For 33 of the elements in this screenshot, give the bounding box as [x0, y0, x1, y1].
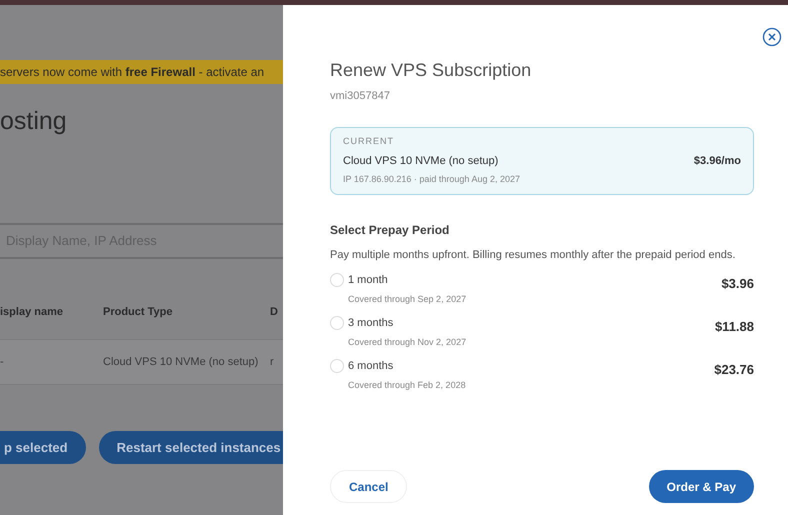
order-pay-button[interactable]: Order & Pay [648, 470, 754, 503]
drawer-title: Renew VPS Subscription [330, 60, 532, 82]
period-label[interactable]: 3 months [348, 315, 466, 332]
plan-price: $3.96/mo [694, 154, 741, 169]
column-header-text: Product Type [103, 304, 172, 320]
current-label: CURRENT [343, 135, 395, 148]
table-cell-text: Cloud VPS 10 NVMe (no setup) [103, 354, 258, 370]
action-button[interactable]: Restart selected instances [98, 431, 283, 464]
section-description: Pay multiple months upfront. Billing resumes monthly after the prepaid period ends. [330, 248, 736, 263]
column-header-text: isplay name [0, 304, 63, 320]
radio-button[interactable] [330, 273, 344, 288]
period-label[interactable]: 1 month [348, 272, 466, 289]
column-header-text: D [270, 304, 278, 320]
covered-date: Covered through Sep 2, 2027 [348, 292, 466, 306]
table-cell-text: r [270, 354, 274, 370]
cancel-button[interactable]: Cancel [330, 470, 408, 503]
radio-button[interactable] [330, 316, 344, 330]
table-cell-text: - [0, 354, 4, 370]
promo-banner: servers now come with free Firewall - activate an [0, 60, 283, 84]
covered-date: Covered through Feb 2, 2028 [348, 378, 466, 392]
period-label[interactable]: 6 months [348, 358, 466, 375]
period-price: $23.76 [714, 361, 754, 380]
covered-date: Covered through Nov 2, 2027 [348, 336, 466, 349]
action-button[interactable]: p selected [0, 431, 86, 464]
period-price: $11.88 [714, 318, 754, 336]
page-heading: osting [0, 106, 68, 137]
plan-name: Cloud VPS 10 NVMe (no setup) [343, 154, 498, 169]
close-icon[interactable] [762, 25, 782, 45]
radio-button[interactable] [330, 359, 344, 374]
period-price: $3.96 [721, 275, 754, 294]
server-id: vmi3057847 [330, 88, 391, 104]
section-title: Select Prepay Period [330, 222, 450, 239]
plan-details: IP 167.86.90.216 · paid through Aug 2, 2027 [343, 174, 520, 184]
